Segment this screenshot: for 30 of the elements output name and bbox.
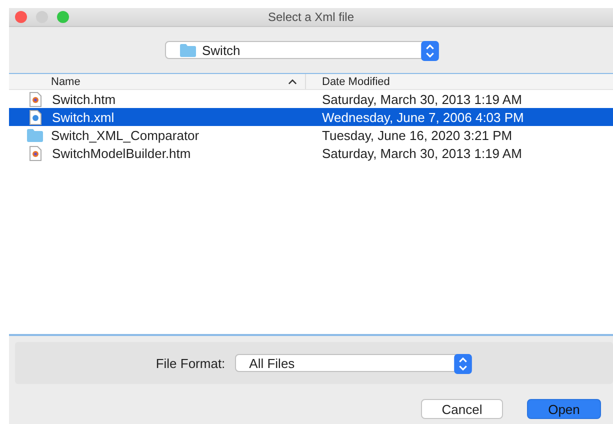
column-header[interactable]: Name [9, 74, 306, 89]
file-name: SwitchModelBuilder.htm [52, 146, 191, 160]
column-header[interactable]: Date Modified [306, 74, 390, 89]
folder-icon [180, 44, 196, 56]
date-modified: Tuesday, June 16, 2020 3:21 PM [322, 128, 512, 142]
document-icon [29, 110, 42, 124]
open-button[interactable]: Open [527, 399, 601, 419]
file-name: Switch_XML_Comparator [51, 128, 200, 142]
file-row[interactable]: Switch.xml Wednesday, June 7, 2006 4:03 PM [9, 108, 613, 126]
document-icon [29, 92, 42, 106]
minimize-icon[interactable] [36, 11, 48, 23]
file-name: Switch.htm [52, 92, 116, 106]
file-row[interactable]: SwitchModelBuilder.htm Saturday, March 30, 2013 1:19 AM [9, 144, 613, 162]
document-icon [29, 146, 42, 160]
file-row[interactable]: Switch.htm Saturday, March 30, 2013 1:19 AM [9, 90, 613, 108]
cancel-button[interactable]: Cancel [421, 399, 503, 419]
close-icon[interactable] [15, 11, 27, 23]
date-modified: Saturday, March 30, 2013 1:19 AM [322, 92, 522, 106]
date-modified: Saturday, March 30, 2013 1:19 AM [322, 146, 522, 160]
date-modified: Wednesday, June 7, 2006 4:03 PM [322, 110, 524, 124]
file-name: Switch.xml [52, 110, 114, 124]
zoom-icon[interactable] [57, 11, 69, 23]
stepper-icon [454, 354, 472, 374]
location-dropdown[interactable]: Switch [165, 41, 439, 59]
stepper-icon [421, 41, 439, 61]
file-format-label: File Format: [156, 356, 226, 370]
file-row[interactable]: Switch_XML_Comparator Tuesday, June 16, 2020 3:21 PM [9, 126, 613, 144]
window-title: Select a Xml file [268, 10, 354, 24]
file-format-dropdown[interactable]: All Files [235, 354, 472, 372]
folder-icon [27, 128, 43, 142]
